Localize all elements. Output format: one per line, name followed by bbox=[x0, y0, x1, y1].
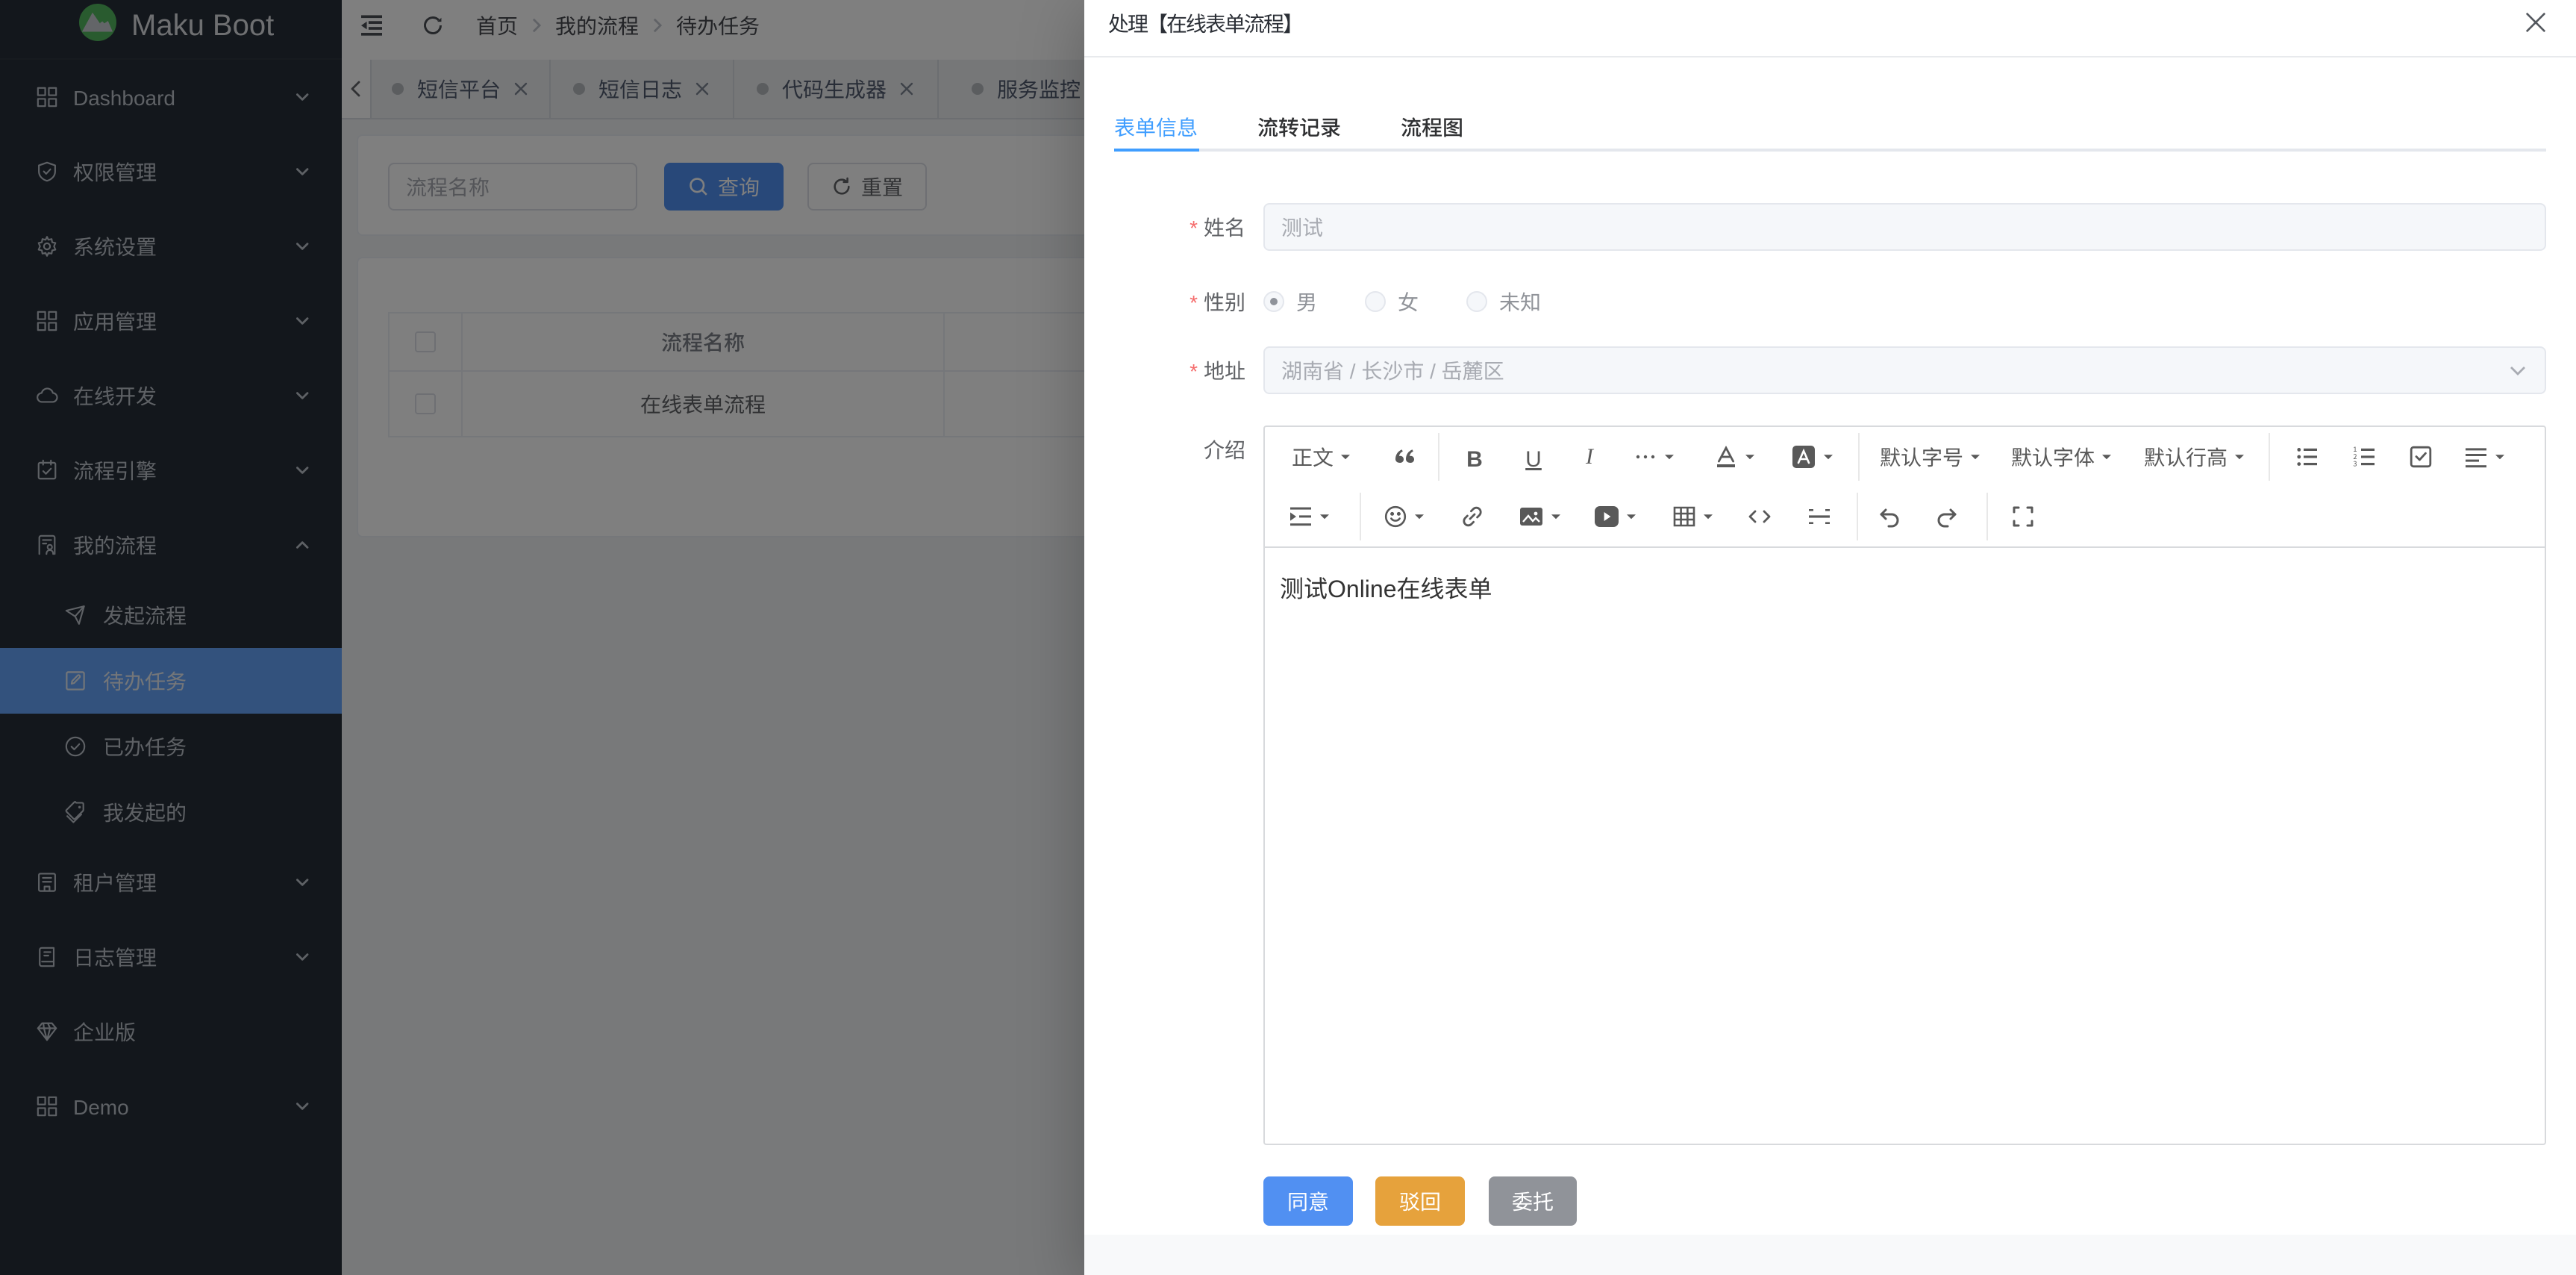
svg-text:3: 3 bbox=[2353, 458, 2357, 468]
